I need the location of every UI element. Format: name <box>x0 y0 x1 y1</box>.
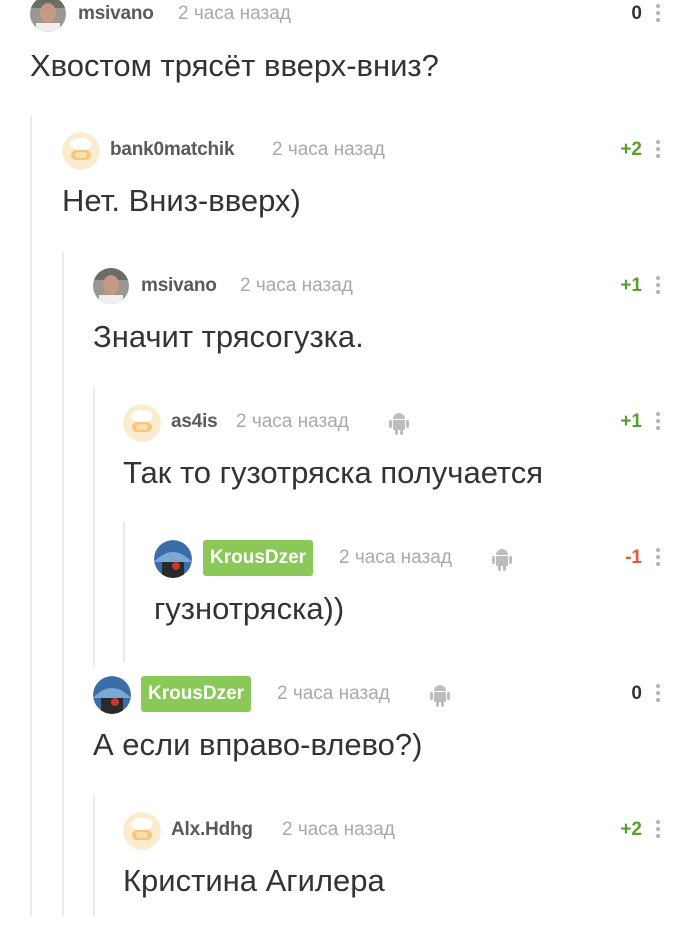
comment-header: Alx.Hdhg 2 часа назад +2 <box>123 812 670 850</box>
default-avatar-icon <box>123 404 161 442</box>
comment: KrousDzer 2 часа назад 0 А если вправо-в… <box>93 676 670 800</box>
timestamp: 2 часа назад <box>277 683 390 704</box>
user-avatar[interactable] <box>123 812 161 850</box>
user-avatar[interactable] <box>93 676 131 714</box>
photo-avatar-icon <box>30 0 66 32</box>
comment: msivano 2 часа назад 0 Хвостом трясёт вв… <box>30 0 670 120</box>
username[interactable]: msivano <box>141 275 217 297</box>
username[interactable]: msivano <box>78 3 154 25</box>
comment-text: гузнотряска)) <box>154 591 345 626</box>
umbrella-avatar-icon <box>93 676 131 714</box>
thread-line <box>123 522 125 662</box>
thread-line <box>30 115 32 916</box>
username[interactable]: Alx.Hdhg <box>171 819 253 841</box>
more-options-icon[interactable] <box>654 412 662 434</box>
username[interactable]: KrousDzer <box>141 676 252 712</box>
user-avatar[interactable] <box>62 132 100 170</box>
comment: Alx.Hdhg 2 часа назад +2 Кристина Агилер… <box>123 812 670 936</box>
timestamp: 2 часа назад <box>272 139 385 160</box>
comment-header: KrousDzer 2 часа назад -1 <box>154 540 670 578</box>
android-icon <box>430 685 450 707</box>
more-options-icon[interactable] <box>654 276 662 298</box>
username[interactable]: as4is <box>171 411 218 433</box>
rating: 0 <box>631 3 642 24</box>
android-icon <box>492 549 512 571</box>
comment-text: Хвостом трясёт вверх-вниз? <box>30 48 439 83</box>
comment-header: KrousDzer 2 часа назад 0 <box>93 676 670 714</box>
thread-line <box>93 795 95 916</box>
thread-line <box>62 252 64 916</box>
timestamp: 2 часа назад <box>339 547 452 568</box>
default-avatar-icon <box>123 812 161 850</box>
comment-text: Значит трясогузка. <box>93 319 364 354</box>
thread-line <box>93 387 95 667</box>
username[interactable]: KrousDzer <box>203 540 314 576</box>
comment: msivano 2 часа назад +1 Значит трясогузк… <box>93 268 670 392</box>
username[interactable]: bank0matchik <box>110 139 235 161</box>
rating: +1 <box>620 411 642 432</box>
comment-header: bank0matchik 2 часа назад +2 <box>62 132 670 170</box>
timestamp: 2 часа назад <box>240 275 353 296</box>
user-avatar[interactable] <box>123 404 161 442</box>
user-avatar[interactable] <box>154 540 192 578</box>
comment-header: msivano 2 часа назад +1 <box>93 268 670 304</box>
comment-text: Нет. Вниз-вверх) <box>62 183 301 218</box>
android-icon <box>389 413 409 435</box>
timestamp: 2 часа назад <box>282 819 395 840</box>
comment: KrousDzer 2 часа назад -1 гузнотряска)) <box>154 540 670 664</box>
more-options-icon[interactable] <box>654 684 662 706</box>
comment-header: msivano 2 часа назад 0 <box>30 0 670 32</box>
rating: +1 <box>620 275 642 296</box>
user-avatar[interactable] <box>93 268 129 304</box>
rating: +2 <box>620 819 642 840</box>
timestamp: 2 часа назад <box>236 411 349 432</box>
comment-text: Кристина Агилера <box>123 863 385 898</box>
rating: -1 <box>625 547 642 568</box>
rating: 0 <box>631 683 642 704</box>
timestamp: 2 часа назад <box>178 3 291 24</box>
comment-text: Так то гузотряска получается <box>123 455 544 490</box>
photo-avatar-icon <box>93 268 129 304</box>
umbrella-avatar-icon <box>154 540 192 578</box>
more-options-icon[interactable] <box>654 4 662 26</box>
more-options-icon[interactable] <box>654 140 662 162</box>
rating: +2 <box>620 139 642 160</box>
more-options-icon[interactable] <box>654 820 662 842</box>
comment: bank0matchik 2 часа назад +2 Нет. Вниз-в… <box>62 132 670 256</box>
comment: as4is 2 часа назад +1 Так то гузотряска … <box>123 404 670 528</box>
comment-header: as4is 2 часа назад +1 <box>123 404 670 442</box>
comment-text: А если вправо-влево?) <box>93 727 423 762</box>
user-avatar[interactable] <box>30 0 66 32</box>
more-options-icon[interactable] <box>654 548 662 570</box>
default-avatar-icon <box>62 132 100 170</box>
